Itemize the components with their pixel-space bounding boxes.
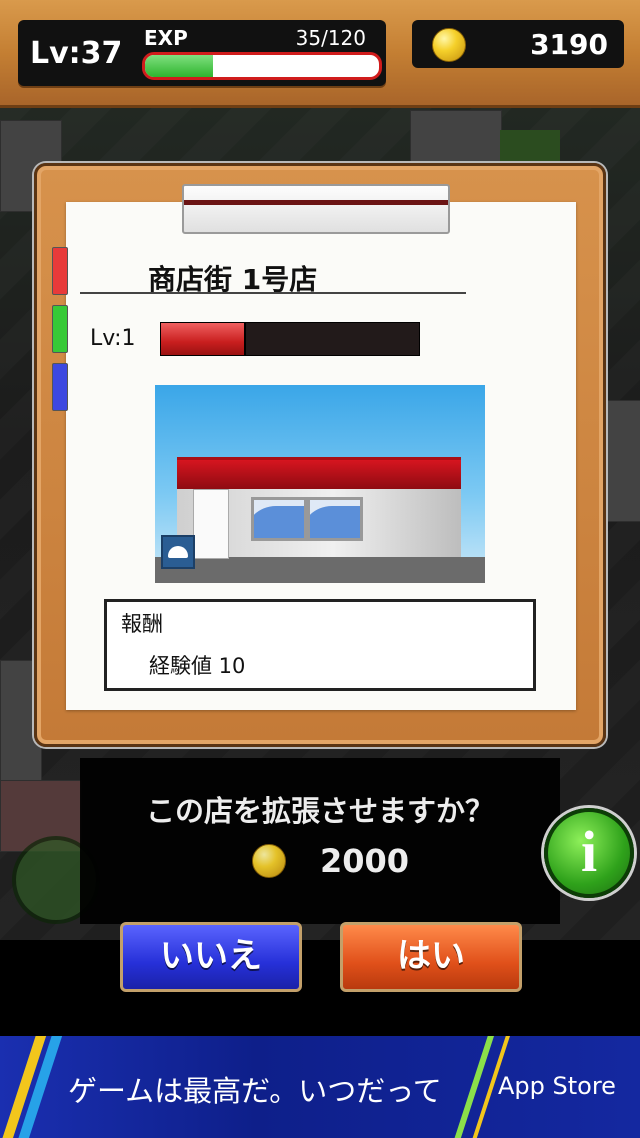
tab-blue[interactable]	[52, 363, 68, 411]
ad-banner[interactable]: ゲームは最高だ。いつだって App Store	[0, 1036, 640, 1138]
player-level: Lv:37	[30, 36, 123, 71]
yes-button[interactable]: はい	[340, 922, 522, 992]
confirm-question: この店を拡張させますか？	[145, 794, 494, 828]
player-level-panel: Lv:37 EXP 35/120	[18, 20, 386, 86]
ad-text: ゲームは最高だ。いつだって	[68, 1074, 442, 1108]
store-window	[307, 497, 363, 541]
reward-box: 報酬 経験値 10	[104, 599, 536, 691]
expand-cost: 2000	[320, 842, 410, 880]
store-roof	[177, 457, 461, 489]
clipboard-clip	[182, 184, 450, 234]
shop-level: Lv:1	[90, 326, 136, 351]
exp-bar-fill	[145, 55, 213, 77]
exp-bar	[142, 52, 382, 80]
store-window	[251, 497, 307, 541]
bottom-band	[0, 940, 640, 1040]
store-sign-icon	[161, 535, 195, 569]
exp-value: 35/120	[295, 26, 366, 50]
no-button[interactable]: いいえ	[120, 922, 302, 992]
reward-text: 経験値 10	[149, 654, 246, 678]
store-image	[155, 385, 485, 583]
shop-level-bar	[160, 322, 420, 356]
title-divider	[80, 292, 466, 294]
app-store-badge[interactable]: App Store	[498, 1072, 616, 1100]
coin-amount: 3190	[530, 28, 608, 61]
info-button[interactable]: i	[544, 808, 634, 898]
coin-icon	[432, 28, 466, 62]
coin-icon	[252, 844, 286, 878]
confirm-dialog: この店を拡張させますか？ 2000	[80, 758, 560, 924]
reward-title: 報酬	[121, 612, 163, 636]
exp-label: EXP	[144, 26, 188, 50]
app-store-label: App Store	[498, 1072, 616, 1100]
tab-red[interactable]	[52, 247, 68, 295]
coin-counter: 3190	[412, 20, 624, 68]
top-status-bar: Lv:37 EXP 35/120 3190	[0, 0, 640, 108]
store-door	[193, 489, 229, 559]
store-road	[155, 557, 485, 583]
tab-green[interactable]	[52, 305, 68, 353]
shop-level-bar-fill	[161, 323, 247, 355]
